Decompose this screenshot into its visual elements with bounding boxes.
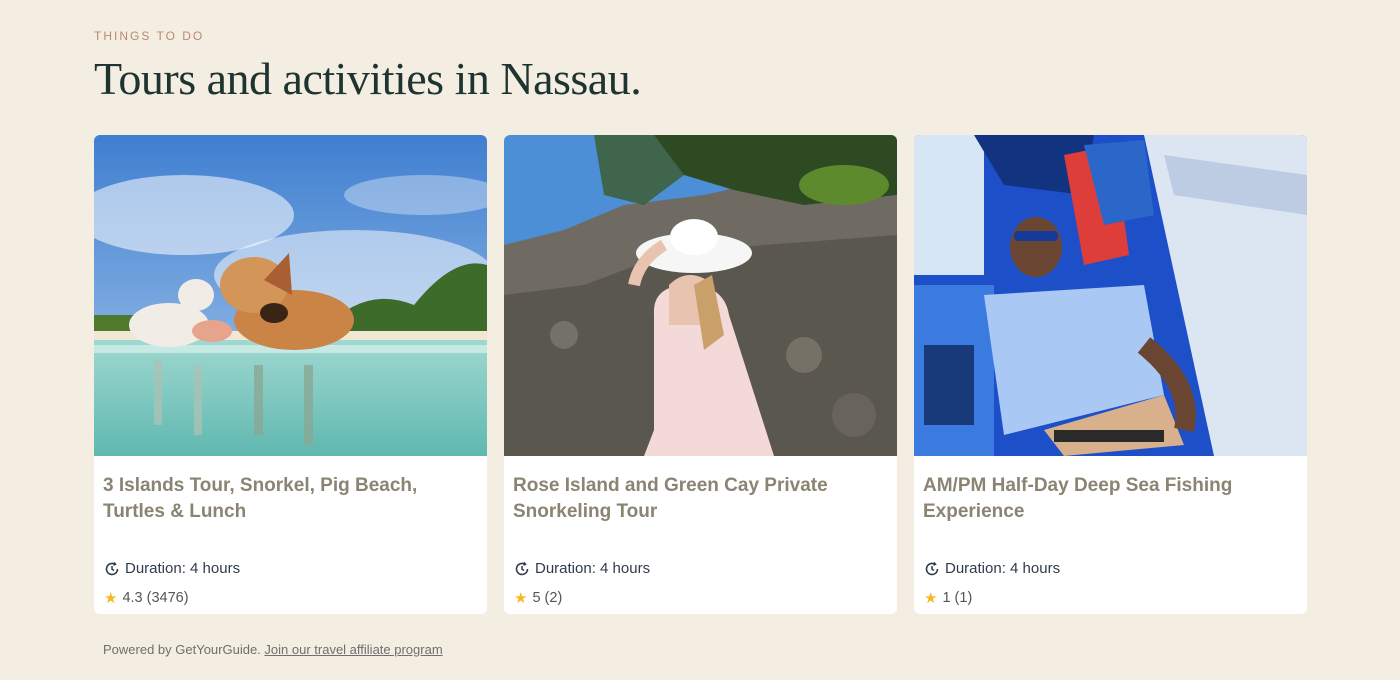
activity-title[interactable]: Rose Island and Green Cay Private Snorke…: [513, 473, 883, 525]
activity-rating: ★ 4.3 (3476): [104, 590, 189, 606]
activity-image[interactable]: [94, 135, 487, 456]
activity-duration: Duration: 4 hours: [104, 560, 240, 577]
clock-icon: [515, 561, 529, 575]
footer-attribution: Powered by GetYourGuide. Join our travel…: [103, 642, 443, 657]
activity-card[interactable]: 3 Islands Tour, Snorkel, Pig Beach, Turt…: [94, 135, 487, 614]
activity-rating: ★ 1 (1): [924, 590, 972, 606]
rating-text: 1 (1): [942, 590, 973, 606]
activity-cards: 3 Islands Tour, Snorkel, Pig Beach, Turt…: [94, 135, 1307, 614]
footer-powered-by: Powered by GetYourGuide.: [103, 642, 261, 657]
rating-text: 4.3 (3476): [122, 590, 189, 606]
star-icon: ★: [514, 589, 528, 607]
affiliate-program-link[interactable]: Join our travel affiliate program: [264, 642, 442, 657]
rating-text: 5 (2): [532, 590, 563, 606]
activity-image[interactable]: [504, 135, 897, 456]
duration-text: Duration: 4 hours: [125, 560, 241, 577]
section-eyebrow: THINGS TO DO: [94, 29, 205, 43]
activity-card[interactable]: Rose Island and Green Cay Private Snorke…: [504, 135, 897, 614]
activity-title[interactable]: AM/PM Half-Day Deep Sea Fishing Experien…: [923, 473, 1293, 525]
star-icon: ★: [104, 589, 118, 607]
duration-text: Duration: 4 hours: [535, 560, 651, 577]
page-title: Tours and activities in Nassau.: [94, 53, 642, 104]
duration-text: Duration: 4 hours: [945, 560, 1061, 577]
activity-duration: Duration: 4 hours: [514, 560, 650, 577]
activity-card[interactable]: AM/PM Half-Day Deep Sea Fishing Experien…: [914, 135, 1307, 614]
activity-duration: Duration: 4 hours: [924, 560, 1060, 577]
star-icon: ★: [924, 589, 938, 607]
clock-icon: [105, 561, 119, 575]
activity-image[interactable]: [914, 135, 1307, 456]
clock-icon: [925, 561, 939, 575]
activity-rating: ★ 5 (2): [514, 590, 562, 606]
activity-title[interactable]: 3 Islands Tour, Snorkel, Pig Beach, Turt…: [103, 473, 473, 525]
